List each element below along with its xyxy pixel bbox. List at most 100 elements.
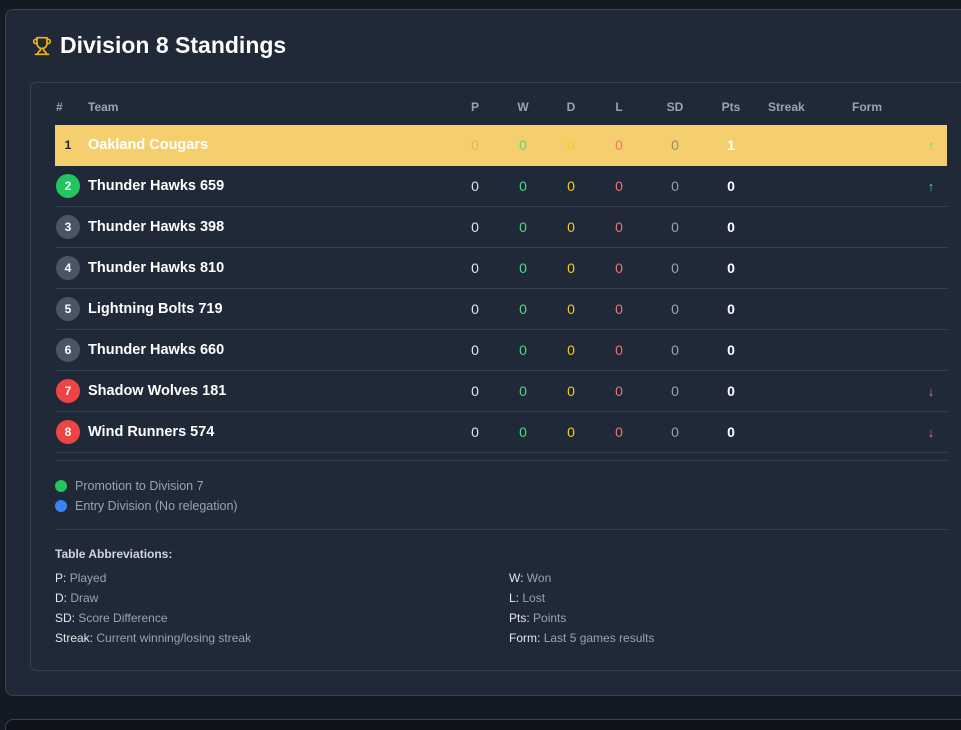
arrow-down-icon: ↓ bbox=[927, 384, 935, 399]
cell-w: 0 bbox=[519, 383, 527, 399]
team-name[interactable]: Thunder Hawks 659 bbox=[88, 166, 224, 207]
table-row[interactable]: 5 Lightning Bolts 719 0 0 0 0 0 0 bbox=[55, 289, 947, 330]
team-name[interactable]: Thunder Hawks 398 bbox=[88, 207, 224, 248]
table-row[interactable]: 7 Shadow Wolves 181 0 0 0 0 0 0 ↓ bbox=[55, 371, 947, 412]
legend-label: Promotion to Division 7 bbox=[75, 479, 204, 493]
abbr-p: P: Played bbox=[55, 571, 107, 585]
abbr-pts: Pts: Points bbox=[509, 611, 567, 625]
rank-badge: 5 bbox=[56, 297, 80, 321]
abbr-w: W: Won bbox=[509, 571, 552, 585]
cell-sd: 0 bbox=[671, 178, 679, 194]
cell-p: 0 bbox=[471, 383, 479, 399]
abbreviations-title: Table Abbreviations: bbox=[55, 547, 173, 561]
header-l: L bbox=[615, 100, 623, 114]
abbr-divider bbox=[55, 529, 947, 530]
table-row[interactable]: 8 Wind Runners 574 0 0 0 0 0 0 ↓ bbox=[55, 412, 947, 453]
cell-pts: 0 bbox=[727, 301, 735, 317]
cell-pts: 0 bbox=[727, 260, 735, 276]
cell-pts: 0 bbox=[727, 342, 735, 358]
team-name[interactable]: Shadow Wolves 181 bbox=[88, 371, 226, 412]
cell-p: 0 bbox=[471, 178, 479, 194]
cell-pts: 0 bbox=[727, 383, 735, 399]
cell-w: 0 bbox=[519, 219, 527, 235]
header-sd: SD bbox=[666, 100, 684, 114]
legend-divider bbox=[55, 460, 947, 461]
rank-badge: 1 bbox=[64, 138, 72, 152]
header-team: Team bbox=[88, 100, 119, 114]
cell-l: 0 bbox=[615, 301, 623, 317]
table-row[interactable]: 3 Thunder Hawks 398 0 0 0 0 0 0 bbox=[55, 207, 947, 248]
cell-l: 0 bbox=[615, 383, 623, 399]
table-row[interactable]: 1 Oakland Cougars 0 0 0 0 0 1 ↑ bbox=[55, 125, 947, 166]
header-p: P bbox=[470, 100, 479, 114]
cell-d: 0 bbox=[567, 137, 575, 153]
cell-pts: 1 bbox=[727, 137, 735, 153]
cell-l: 0 bbox=[615, 424, 623, 440]
cell-w: 0 bbox=[519, 178, 527, 194]
standings-table-card: # Team P W D L SD Pts Streak Form 1 Oakla… bbox=[30, 82, 961, 671]
cell-p: 0 bbox=[471, 137, 479, 153]
header-w: W bbox=[517, 100, 529, 114]
abbr-sd: SD: Score Difference bbox=[55, 611, 168, 625]
title-text: Division 8 Standings bbox=[60, 32, 287, 58]
green-dot-icon bbox=[55, 480, 67, 492]
abbr-streak: Streak: Current winning/losing streak bbox=[55, 631, 252, 645]
team-name[interactable]: Thunder Hawks 660 bbox=[88, 330, 224, 371]
trophy-icon bbox=[32, 36, 52, 55]
cell-sd: 0 bbox=[671, 424, 679, 440]
cell-w: 0 bbox=[519, 424, 527, 440]
cell-d: 0 bbox=[567, 383, 575, 399]
abbr-form: Form: Last 5 games results bbox=[509, 631, 655, 645]
cell-d: 0 bbox=[567, 301, 575, 317]
header-streak: Streak bbox=[768, 100, 805, 114]
cell-w: 0 bbox=[519, 301, 527, 317]
legend-item-promotion: Promotion to Division 7 bbox=[55, 479, 204, 493]
blue-dot-icon bbox=[55, 500, 67, 512]
cell-l: 0 bbox=[615, 260, 623, 276]
cell-l: 0 bbox=[615, 219, 623, 235]
cell-sd: 0 bbox=[671, 137, 679, 153]
standings-panel: Division 8 Standings # Team P W D L SD P… bbox=[5, 9, 961, 696]
rank-badge: 6 bbox=[56, 338, 80, 362]
header-rank: # bbox=[56, 100, 63, 114]
team-name[interactable]: Oakland Cougars bbox=[88, 125, 208, 166]
table-row[interactable]: 4 Thunder Hawks 810 0 0 0 0 0 0 bbox=[55, 248, 947, 289]
cell-sd: 0 bbox=[671, 219, 679, 235]
abbr-l: L: Lost bbox=[509, 591, 546, 605]
header-pts: Pts bbox=[721, 100, 741, 114]
legend-label: Entry Division (No relegation) bbox=[75, 499, 238, 513]
rank-badge: 4 bbox=[56, 256, 80, 280]
cell-p: 0 bbox=[471, 219, 479, 235]
table-row[interactable]: 2 Thunder Hawks 659 0 0 0 0 0 0 ↑ bbox=[55, 166, 947, 207]
cell-p: 0 bbox=[471, 301, 479, 317]
team-name[interactable]: Lightning Bolts 719 bbox=[88, 289, 223, 330]
team-name[interactable]: Thunder Hawks 810 bbox=[88, 248, 224, 289]
abbr-d: D: Draw bbox=[55, 591, 99, 605]
cell-d: 0 bbox=[567, 219, 575, 235]
header-form: Form bbox=[852, 100, 882, 114]
rank-badge: 8 bbox=[56, 420, 80, 444]
table-row[interactable]: 6 Thunder Hawks 660 0 0 0 0 0 0 bbox=[55, 330, 947, 371]
next-panel-edge bbox=[5, 719, 961, 730]
rank-badge: 7 bbox=[56, 379, 80, 403]
cell-sd: 0 bbox=[671, 260, 679, 276]
cell-p: 0 bbox=[471, 260, 479, 276]
cell-pts: 0 bbox=[727, 424, 735, 440]
rank-badge: 2 bbox=[56, 174, 80, 198]
cell-sd: 0 bbox=[671, 301, 679, 317]
cell-d: 0 bbox=[567, 260, 575, 276]
cell-d: 0 bbox=[567, 178, 575, 194]
arrow-up-icon: ↑ bbox=[927, 179, 935, 194]
cell-w: 0 bbox=[519, 342, 527, 358]
cell-w: 0 bbox=[519, 260, 527, 276]
cell-d: 0 bbox=[567, 342, 575, 358]
arrow-down-icon: ↓ bbox=[927, 425, 935, 440]
cell-w: 0 bbox=[519, 137, 527, 153]
cell-p: 0 bbox=[471, 342, 479, 358]
rank-badge: 3 bbox=[56, 215, 80, 239]
team-name[interactable]: Wind Runners 574 bbox=[88, 412, 214, 453]
cell-pts: 0 bbox=[727, 219, 735, 235]
header-d: D bbox=[566, 100, 576, 114]
cell-pts: 0 bbox=[727, 178, 735, 194]
cell-l: 0 bbox=[615, 137, 623, 153]
